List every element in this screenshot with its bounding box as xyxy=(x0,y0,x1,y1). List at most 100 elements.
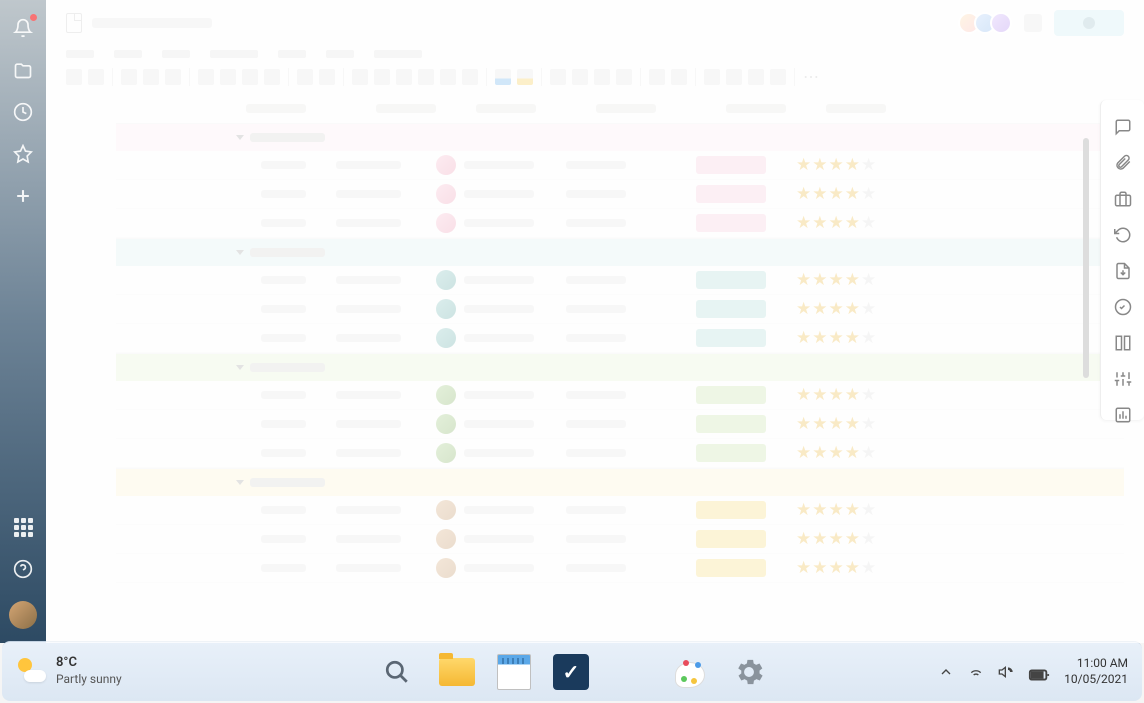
table-row[interactable]: ★★★★★ xyxy=(116,410,1124,439)
menu-item[interactable] xyxy=(114,50,142,58)
activity-icon[interactable] xyxy=(1114,298,1132,316)
toolbar-button[interactable] xyxy=(66,69,82,85)
calculator-button[interactable] xyxy=(611,652,651,692)
table-row[interactable]: ★★★★★ xyxy=(116,180,1124,209)
toolbar-button[interactable] xyxy=(374,69,390,85)
toolbar-button[interactable] xyxy=(352,69,368,85)
toolbar-button[interactable] xyxy=(220,69,236,85)
battery-icon[interactable] xyxy=(1028,664,1050,680)
compare-icon[interactable] xyxy=(1114,334,1132,352)
toolbar-button[interactable] xyxy=(671,69,687,85)
wifi-icon[interactable] xyxy=(968,664,984,680)
table-row[interactable]: ★★★★★ xyxy=(116,496,1124,525)
toolbar-button[interactable] xyxy=(649,69,665,85)
table-row[interactable]: ★★★★★ xyxy=(116,324,1124,353)
table-row[interactable]: ★★★★★ xyxy=(116,554,1124,583)
document-title[interactable] xyxy=(92,18,212,28)
recent-icon[interactable] xyxy=(13,102,33,122)
sound-icon[interactable] xyxy=(998,664,1014,680)
menu-item[interactable] xyxy=(374,50,422,58)
toolbar-button[interactable] xyxy=(572,69,588,85)
group-header[interactable] xyxy=(116,238,1124,266)
table-row[interactable]: ★★★★★ xyxy=(116,266,1124,295)
menu-item[interactable] xyxy=(210,50,258,58)
toolbar-button[interactable] xyxy=(462,69,478,85)
toolbar-button[interactable] xyxy=(726,69,742,85)
column-header[interactable] xyxy=(476,104,536,113)
chart-icon[interactable] xyxy=(1114,406,1132,424)
more-toolbar-icon[interactable]: ⋯ xyxy=(803,69,819,85)
toolbar-button[interactable] xyxy=(242,69,258,85)
toolbar-button[interactable] xyxy=(121,69,137,85)
toolbar-button[interactable] xyxy=(704,69,720,85)
column-header[interactable] xyxy=(726,104,786,113)
toolbar-button[interactable] xyxy=(770,69,786,85)
notifications-icon[interactable] xyxy=(13,18,33,38)
vertical-scrollbar[interactable] xyxy=(1083,138,1089,378)
toolbar-button[interactable] xyxy=(165,69,181,85)
toolbar-button[interactable] xyxy=(594,69,610,85)
star-icon: ★ xyxy=(861,301,876,318)
clock[interactable]: 11:00 AM 10/05/2021 xyxy=(1064,656,1128,687)
add-icon[interactable] xyxy=(13,186,33,206)
toolbar-button[interactable] xyxy=(550,69,566,85)
column-header[interactable] xyxy=(596,104,656,113)
briefcase-icon[interactable] xyxy=(1114,190,1132,208)
apps-icon[interactable] xyxy=(14,518,33,537)
group-header[interactable] xyxy=(116,468,1124,496)
weather-widget[interactable]: 8°C Partly sunny xyxy=(16,655,122,687)
table-row[interactable]: ★★★★★ xyxy=(116,209,1124,238)
toolbar-button[interactable] xyxy=(264,69,280,85)
group-header[interactable] xyxy=(116,123,1124,151)
toolbar-button[interactable] xyxy=(198,69,214,85)
text-color-button[interactable] xyxy=(495,69,511,85)
toolbar-button[interactable] xyxy=(396,69,412,85)
table-row[interactable]: ★★★★★ xyxy=(116,525,1124,554)
file-explorer-button[interactable] xyxy=(439,658,475,686)
attachments-icon[interactable] xyxy=(1114,154,1132,172)
table-row[interactable]: ★★★★★ xyxy=(116,151,1124,180)
share-button[interactable] xyxy=(1054,10,1124,36)
person-avatar xyxy=(436,328,456,348)
table-row[interactable]: ★★★★★ xyxy=(116,295,1124,324)
toolbar-button[interactable] xyxy=(616,69,632,85)
toolbar-button[interactable] xyxy=(319,69,335,85)
column-header[interactable] xyxy=(376,104,436,113)
column-header[interactable] xyxy=(826,104,886,113)
toolbar-button[interactable] xyxy=(297,69,313,85)
search-button[interactable] xyxy=(377,652,417,692)
notepad-button[interactable] xyxy=(497,654,531,690)
toolbar-button[interactable] xyxy=(748,69,764,85)
menu-item[interactable] xyxy=(326,50,354,58)
more-icon[interactable] xyxy=(1024,14,1042,32)
table-row[interactable]: ★★★★★ xyxy=(116,381,1124,410)
history-icon[interactable] xyxy=(1114,226,1132,244)
menu-item[interactable] xyxy=(66,50,94,58)
star-icon: ★ xyxy=(829,272,844,289)
paint-button[interactable] xyxy=(673,654,709,690)
star-icon: ★ xyxy=(812,330,827,347)
favorites-icon[interactable] xyxy=(13,144,33,164)
sliders-icon[interactable] xyxy=(1114,370,1132,388)
toolbar-button[interactable] xyxy=(418,69,434,85)
user-avatar[interactable] xyxy=(9,601,37,629)
folder-icon[interactable] xyxy=(13,60,33,80)
comments-icon[interactable] xyxy=(1114,118,1132,136)
chevron-up-icon[interactable] xyxy=(938,664,954,680)
toolbar-button[interactable] xyxy=(143,69,159,85)
column-header[interactable] xyxy=(246,104,306,113)
menu-item[interactable] xyxy=(278,50,306,58)
highlight-button[interactable] xyxy=(517,69,533,85)
table-row[interactable]: ★★★★★ xyxy=(116,439,1124,468)
menubar xyxy=(46,46,1144,62)
cell xyxy=(566,276,696,284)
toolbar-button[interactable] xyxy=(440,69,456,85)
app-button[interactable]: ✓ xyxy=(553,654,589,690)
settings-button[interactable] xyxy=(731,654,767,690)
export-icon[interactable] xyxy=(1114,262,1132,280)
group-header[interactable] xyxy=(116,353,1124,381)
help-icon[interactable] xyxy=(13,559,33,579)
toolbar-button[interactable] xyxy=(88,69,104,85)
menu-item[interactable] xyxy=(162,50,190,58)
collaborator-avatars[interactable] xyxy=(964,12,1012,34)
